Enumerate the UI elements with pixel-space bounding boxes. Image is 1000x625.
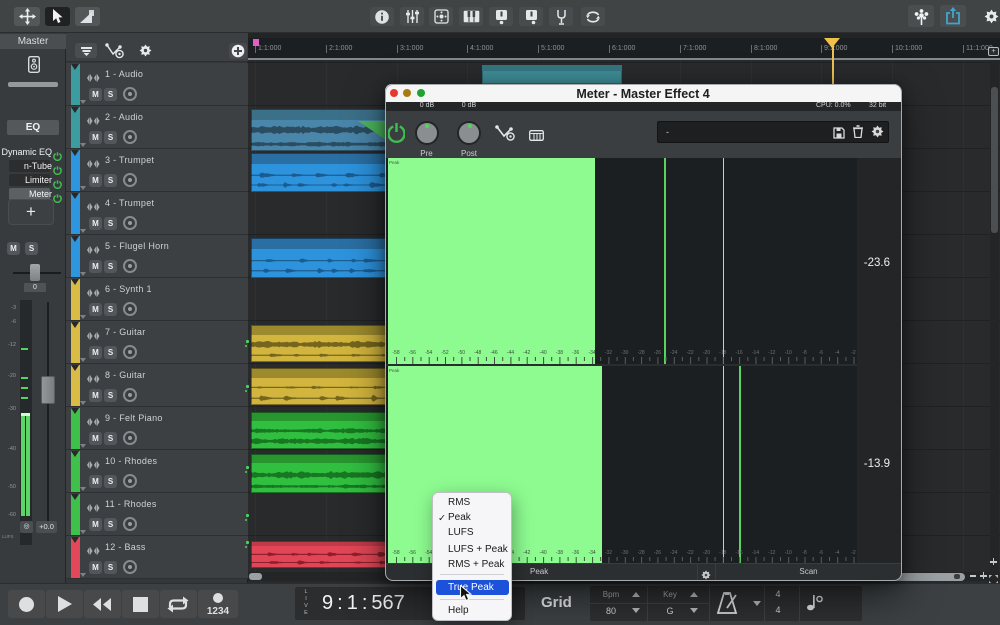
svg-text:1234: 1234 [207,606,230,616]
